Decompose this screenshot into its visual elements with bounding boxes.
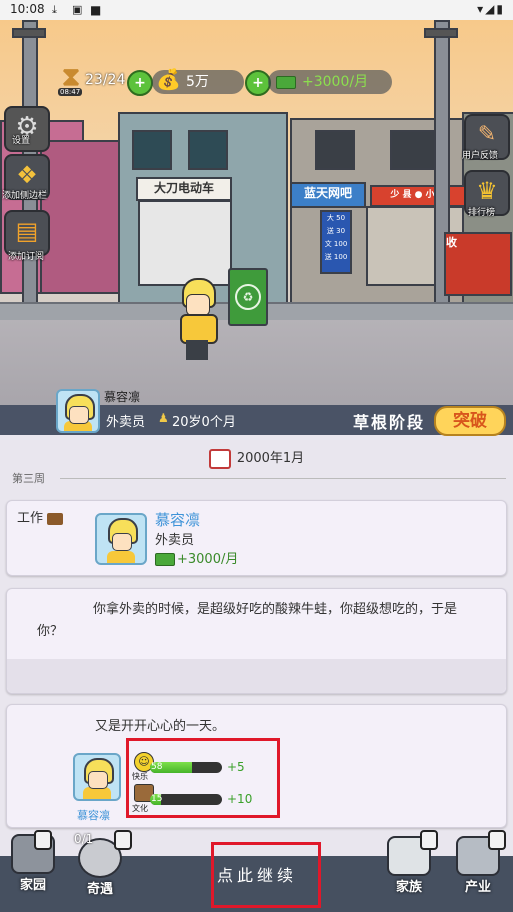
age-icon: ♟ [158, 411, 169, 425]
menu-board: 大 50 送 30 文 100 送 100 [320, 210, 352, 274]
feedback-label: 用户反馈 [462, 151, 499, 161]
result-text: 又是开开心心的一天。 [95, 719, 226, 734]
income-value: +3000/月 [302, 74, 369, 90]
shop-sign-3: 少 县 ● 小 ● [370, 185, 466, 207]
add-energy-button[interactable]: + [127, 70, 153, 96]
lock-icon [34, 830, 52, 850]
recycle-cart: 收 [444, 232, 512, 296]
highlight-box-continue [211, 842, 321, 908]
event-card: 你拿外卖的时候，是超级好吃的酸辣牛蛙，你超级想吃的，于是你？ [6, 588, 507, 694]
briefcase-icon [47, 512, 64, 525]
energy-value: 23/24 [85, 72, 126, 88]
nav-clan-label: 家族 [395, 880, 422, 895]
treasure-chest-icon: ▤ [15, 217, 39, 245]
settings-label: 设置 [12, 136, 31, 146]
download-icon: ⤓ [52, 3, 57, 16]
nav-industry-label: 产业 [464, 880, 491, 895]
street-scene: 大刀电动车 蓝天网吧 少 县 ● 小 ● 大 50 送 30 文 100 送 100 … [0, 20, 513, 407]
result-name: 慕容凛 [77, 809, 110, 822]
week-label: 第三周 [12, 472, 45, 485]
work-name: 慕容凛 [155, 511, 201, 529]
notification-icon: ▣ [72, 3, 83, 16]
breakthrough-button[interactable]: 突破 [434, 406, 506, 436]
character-name: 慕容凛 [104, 390, 141, 404]
luck-count: 0/1 [74, 832, 94, 846]
lock-icon [420, 830, 438, 850]
status-time: 10:08 [10, 2, 45, 16]
stage-label: 草根阶段 [353, 413, 426, 432]
money-pill: 💰 5万 [152, 67, 244, 94]
nav-home-label: 家园 [19, 878, 46, 893]
add-sidebar-label: 添加侧边栏 [2, 191, 48, 201]
courier-character[interactable] [176, 278, 220, 364]
work-card: 工作 慕容凛 外卖员 +3000/月 [6, 500, 507, 576]
income-pill: +3000/月 [268, 70, 392, 94]
date-label: 2000年1月 [0, 447, 513, 469]
result-avatar [73, 753, 121, 801]
status-bar: 10:08 ⤓ ▣ ■ ▾◢▮ [0, 0, 513, 20]
money-value: 5万 [186, 74, 209, 90]
work-label: 工作 [17, 507, 64, 526]
character-avatar[interactable] [56, 389, 100, 433]
work-job: 外卖员 [155, 533, 195, 548]
trash-bin: ♻ [228, 268, 268, 326]
lock-icon [114, 830, 132, 850]
app-icon: ■ [90, 3, 102, 17]
highlight-box-stats [126, 738, 280, 818]
shop-sign-2: 蓝天网吧 [290, 182, 366, 208]
shop-sign-1: 大刀电动车 [136, 177, 232, 201]
signal-battery-icon: ▾◢▮ [477, 2, 505, 16]
add-subscription-label: 添加订阅 [8, 252, 45, 262]
character-job: 外卖员 [106, 415, 146, 430]
work-income: +3000/月 [155, 548, 238, 567]
event-text: 你拿外卖的时候，是超级好吃的酸辣牛蛙，你超级想吃的，于是你？ [37, 602, 458, 639]
cash-icon [155, 553, 175, 566]
work-avatar [95, 513, 147, 565]
lock-icon [488, 830, 506, 850]
money-bag-icon: 💰 [156, 67, 181, 91]
timer-sub: 08:47 [58, 88, 83, 96]
ranking-label: 排行榜 [468, 208, 496, 218]
nav-luck-label: 奇遇 [86, 882, 113, 897]
calendar-icon [208, 448, 231, 469]
character-age: 20岁0个月 [172, 415, 236, 430]
cash-icon [276, 76, 296, 89]
